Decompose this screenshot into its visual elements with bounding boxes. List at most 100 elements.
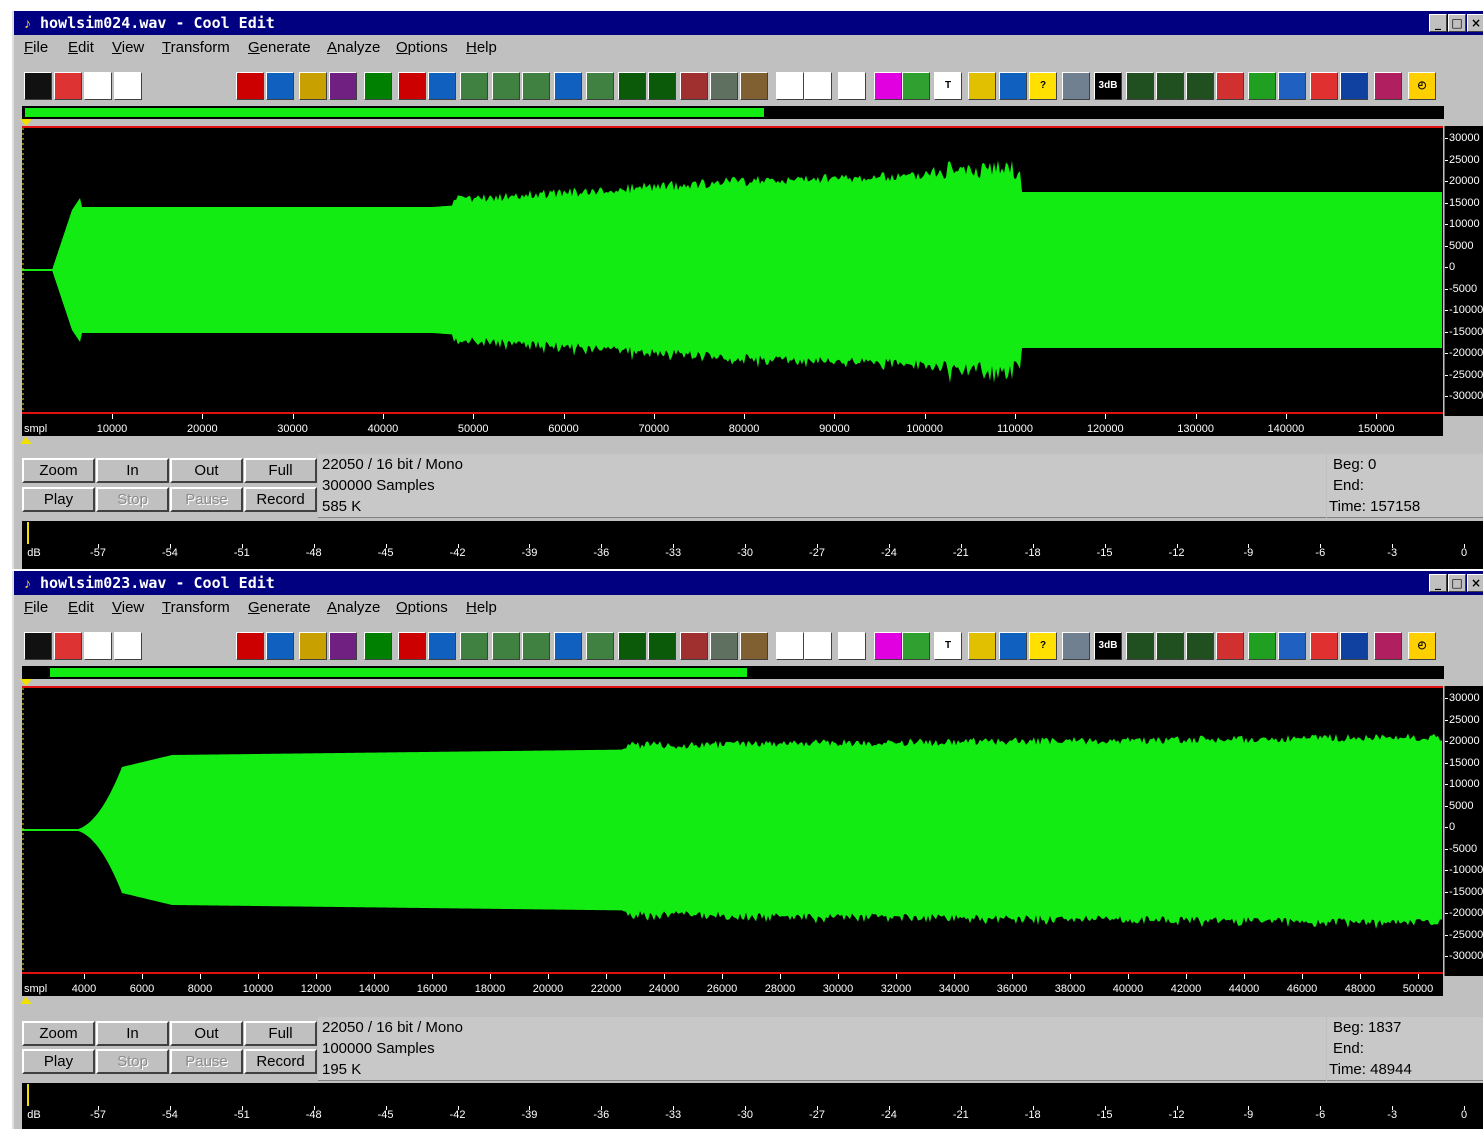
overview-range[interactable] <box>25 108 765 117</box>
end-marker[interactable] <box>20 997 32 1004</box>
play-range-icon[interactable] <box>1340 632 1368 660</box>
filter-3-icon[interactable] <box>522 632 550 660</box>
envelope-icon[interactable] <box>299 72 327 100</box>
3db-icon[interactable]: 3dB <box>1094 632 1122 660</box>
text-icon[interactable]: T <box>934 72 962 100</box>
cd-icon[interactable] <box>1062 632 1090 660</box>
delete-icon[interactable] <box>680 72 708 100</box>
pause-button[interactable]: Pause <box>170 1049 243 1074</box>
filter-icon[interactable] <box>460 72 488 100</box>
menu-view[interactable]: View <box>112 35 144 61</box>
cursor-icon[interactable] <box>874 72 902 100</box>
3db-icon[interactable]: 3dB <box>1094 72 1122 100</box>
play-range-icon[interactable] <box>1340 72 1368 100</box>
wave-icon[interactable] <box>1278 632 1306 660</box>
scan-icon[interactable] <box>902 632 930 660</box>
invert-icon[interactable] <box>398 72 426 100</box>
fade-icon[interactable] <box>428 72 456 100</box>
text-icon[interactable]: T <box>934 632 962 660</box>
meter-icon[interactable] <box>1374 632 1402 660</box>
menu-analyze[interactable]: Analyze <box>327 595 380 621</box>
minimize-button[interactable]: _ <box>1429 14 1447 32</box>
reverb-icon[interactable] <box>554 72 582 100</box>
waveform-display[interactable] <box>22 686 1443 974</box>
time-ruler[interactable]: smpl 10000 20000 30000 40000 50000 60000 70000 8… <box>22 412 1443 436</box>
wave-icon[interactable] <box>1278 72 1306 100</box>
loop-icon[interactable] <box>999 632 1027 660</box>
stop-button[interactable]: Stop <box>96 487 169 512</box>
menu-help[interactable]: Help <box>466 35 497 61</box>
save-icon[interactable] <box>84 72 112 100</box>
spectrum-2-icon[interactable] <box>648 632 676 660</box>
graph-icon[interactable] <box>1126 72 1154 100</box>
overview-bar[interactable] <box>22 666 1444 679</box>
amplify-icon[interactable] <box>364 72 392 100</box>
blank-line-icon[interactable] <box>24 72 52 100</box>
line-icon[interactable] <box>1186 632 1214 660</box>
menu-generate[interactable]: Generate <box>248 595 311 621</box>
mirror-icon[interactable] <box>1216 632 1244 660</box>
list-icon[interactable] <box>804 632 832 660</box>
bars-icon[interactable] <box>1310 72 1338 100</box>
eq-icon[interactable] <box>968 72 996 100</box>
arrow-icon[interactable] <box>776 72 804 100</box>
delete-icon[interactable] <box>680 632 708 660</box>
app-icon[interactable]: ♪ <box>24 575 36 591</box>
stop-button[interactable]: Stop <box>96 1049 169 1074</box>
menu-help[interactable]: Help <box>466 595 497 621</box>
save-icon[interactable] <box>84 632 112 660</box>
blank-line-icon[interactable] <box>24 632 52 660</box>
zoom-in-button[interactable]: In <box>96 1021 169 1046</box>
menu-edit[interactable]: Edit <box>68 595 94 621</box>
cd-icon[interactable] <box>1062 72 1090 100</box>
zoom-full-button[interactable]: Full <box>244 1021 317 1046</box>
spectrum-2-icon[interactable] <box>648 72 676 100</box>
brush-icon[interactable] <box>740 72 768 100</box>
end-marker[interactable] <box>20 437 32 444</box>
play-button[interactable]: Play <box>22 487 95 512</box>
title-bar[interactable]: ♪ howlsim023.wav - Cool Edit _ □ × <box>14 571 1483 595</box>
zoom-button[interactable]: Zoom <box>22 1021 95 1046</box>
echo-icon[interactable] <box>329 72 357 100</box>
menu-options[interactable]: Options <box>396 595 448 621</box>
mute-icon[interactable] <box>236 72 264 100</box>
zoom-full-button[interactable]: Full <box>244 458 317 483</box>
stretch-icon[interactable] <box>586 72 614 100</box>
filter-2-icon[interactable] <box>492 632 520 660</box>
cursor-icon[interactable] <box>874 632 902 660</box>
zoom-in-button[interactable]: In <box>96 458 169 483</box>
start-marker[interactable] <box>20 679 32 686</box>
filter-2-icon[interactable] <box>492 72 520 100</box>
record-button[interactable]: Record <box>244 487 317 512</box>
overview-bar[interactable] <box>22 106 1444 119</box>
arrow-icon[interactable] <box>776 632 804 660</box>
note-icon[interactable] <box>838 632 866 660</box>
eq-icon[interactable] <box>968 632 996 660</box>
filter-3-icon[interactable] <box>522 72 550 100</box>
menu-file[interactable]: File <box>24 35 48 61</box>
title-bar[interactable]: ♪ howlsim024.wav - Cool Edit _ □ × <box>14 11 1483 35</box>
invert-icon[interactable] <box>398 632 426 660</box>
zoom-out-button[interactable]: Out <box>170 458 243 483</box>
graph-2-icon[interactable] <box>1156 72 1184 100</box>
stretch-icon[interactable] <box>586 632 614 660</box>
menu-file[interactable]: File <box>24 595 48 621</box>
overview-range[interactable] <box>50 668 747 677</box>
curve-icon[interactable] <box>1248 632 1276 660</box>
envelope-icon[interactable] <box>299 632 327 660</box>
spectrum-icon[interactable] <box>618 72 646 100</box>
menu-generate[interactable]: Generate <box>248 35 311 61</box>
loop-icon[interactable] <box>999 72 1027 100</box>
mirror-icon[interactable] <box>1216 72 1244 100</box>
echo-icon[interactable] <box>329 632 357 660</box>
menu-analyze[interactable]: Analyze <box>327 35 380 61</box>
reverb-icon[interactable] <box>554 632 582 660</box>
play-button[interactable]: Play <box>22 1049 95 1074</box>
scan-icon[interactable] <box>902 72 930 100</box>
note-icon[interactable] <box>838 72 866 100</box>
headphones-icon[interactable] <box>114 632 142 660</box>
close-button[interactable]: × <box>1467 14 1483 32</box>
noise-2-icon[interactable] <box>710 632 738 660</box>
help-icon[interactable]: ? <box>1029 72 1057 100</box>
graph-icon[interactable] <box>1126 632 1154 660</box>
